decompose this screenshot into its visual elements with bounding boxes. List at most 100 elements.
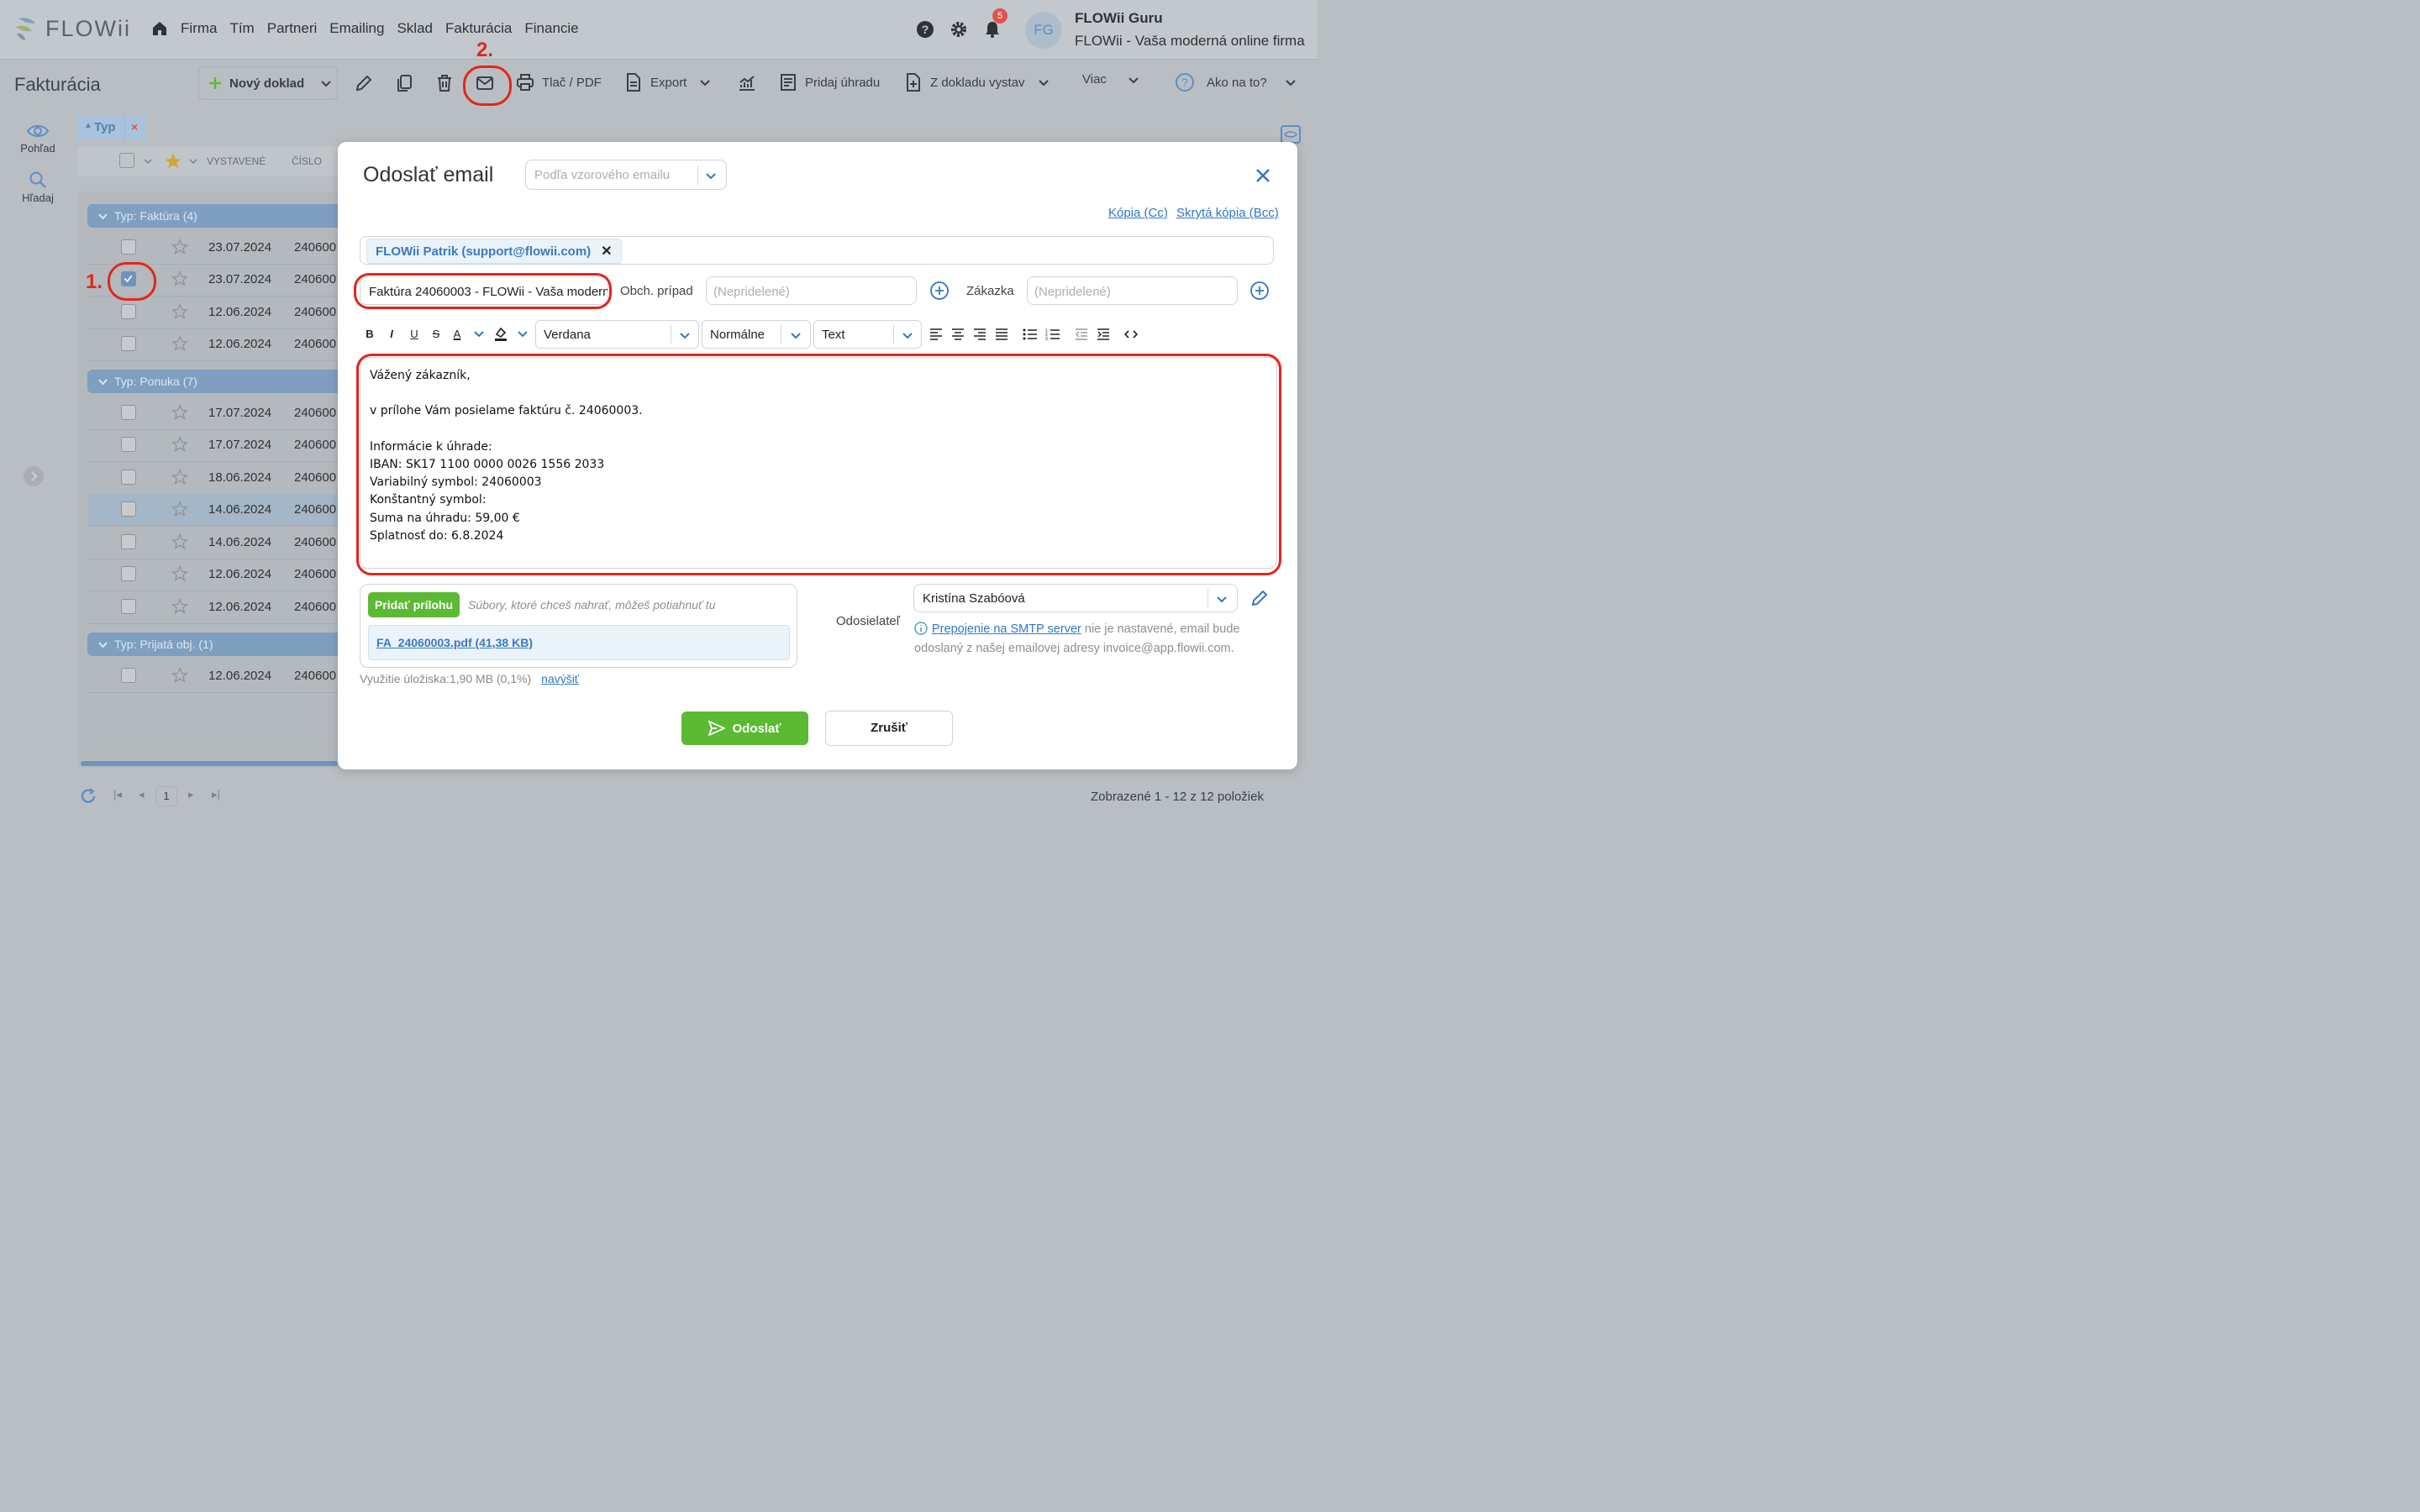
font-size-select[interactable]: Normálne <box>702 320 811 349</box>
star-icon[interactable] <box>171 270 188 287</box>
add-business-case-icon[interactable] <box>929 281 950 301</box>
select-all-checkbox[interactable] <box>119 153 134 168</box>
font-family-select[interactable]: Verdana <box>535 320 699 349</box>
outdent-icon[interactable] <box>1075 328 1088 341</box>
group-header[interactable]: Typ: Prijatá obj. (1) <box>87 633 348 656</box>
flowii-logo[interactable]: FLOWii <box>13 15 131 42</box>
home-icon[interactable] <box>151 20 168 37</box>
star-icon[interactable] <box>171 469 188 486</box>
star-icon[interactable] <box>171 436 188 453</box>
chevron-down-icon[interactable] <box>473 328 485 339</box>
user-name[interactable]: FLOWii Guru <box>1075 10 1163 27</box>
add-order-icon[interactable] <box>1249 281 1270 301</box>
rail-view[interactable]: Pohľad <box>12 123 64 155</box>
column-issued[interactable]: VYSTAVENÉ <box>207 155 266 167</box>
nav-financie[interactable]: Financie <box>524 20 578 37</box>
add-payment-button[interactable]: Pridaj úhradu <box>778 72 880 92</box>
chevron-down-icon[interactable] <box>143 156 153 166</box>
underline-button[interactable]: U <box>407 327 422 342</box>
copy-icon[interactable] <box>394 73 414 93</box>
bcc-link[interactable]: Skrytá kópia (Bcc) <box>1176 206 1279 220</box>
star-filled-icon[interactable] <box>164 152 182 171</box>
align-justify-icon[interactable] <box>995 328 1008 341</box>
font-color-icon[interactable]: A <box>450 327 465 342</box>
group-header[interactable]: Typ: Faktúra (4) <box>87 204 348 228</box>
trash-icon[interactable] <box>434 73 455 93</box>
nav-firma[interactable]: Firma <box>181 20 217 37</box>
row-checkbox[interactable] <box>121 470 136 485</box>
star-icon[interactable] <box>171 533 188 550</box>
strikethrough-button[interactable]: S <box>429 327 444 342</box>
star-icon[interactable] <box>171 565 188 582</box>
order-input[interactable]: (Nepridelené) <box>1027 276 1238 305</box>
new-document-button[interactable]: Nový doklad <box>198 66 338 100</box>
group-header[interactable]: Typ: Ponuka (7) <box>87 370 348 393</box>
first-page-icon[interactable]: |◂ <box>113 788 122 801</box>
row-checkbox[interactable] <box>121 501 136 517</box>
star-icon[interactable] <box>171 239 188 255</box>
row-checkbox[interactable] <box>121 566 136 581</box>
nav-partneri[interactable]: Partneri <box>267 20 318 37</box>
send-button[interactable]: Odoslať <box>681 711 808 745</box>
avatar[interactable]: FG <box>1025 12 1062 49</box>
source-code-icon[interactable] <box>1124 328 1138 341</box>
business-case-input[interactable]: (Nepridelené) <box>706 276 917 305</box>
print-pdf-button[interactable]: Tlač / PDF <box>515 72 602 92</box>
align-left-icon[interactable] <box>929 328 943 341</box>
help-icon[interactable]: ? <box>916 20 934 39</box>
storage-increase-link[interactable]: navýšiť <box>541 672 579 685</box>
nav-fakturacia[interactable]: Fakturácia <box>445 20 512 37</box>
user-company[interactable]: FLOWii - Vaša moderná online firma <box>1075 33 1305 50</box>
nav-emailing[interactable]: Emailing <box>329 20 384 37</box>
chevron-down-icon[interactable] <box>517 328 529 339</box>
add-attachment-button[interactable]: Pridať prílohu <box>368 592 460 617</box>
prev-page-icon[interactable]: ◂ <box>139 788 145 801</box>
nav-tim[interactable]: Tím <box>229 20 254 37</box>
star-icon[interactable] <box>171 598 188 615</box>
smtp-link[interactable]: Prepojenie na SMTP server <box>932 622 1081 636</box>
star-icon[interactable] <box>171 501 188 517</box>
filter-chip-type[interactable]: ▲ Typ × <box>77 115 146 140</box>
more-menu[interactable]: Viac <box>1082 72 1140 87</box>
nav-sklad[interactable]: Sklad <box>397 20 433 37</box>
table-row[interactable]: 17.07.2024 240600 <box>87 429 348 462</box>
table-row[interactable]: 14.06.2024 240600 <box>87 527 348 559</box>
email-template-select[interactable]: Podľa vzorového emailu <box>525 160 727 190</box>
row-checkbox[interactable] <box>121 534 136 549</box>
recipient-chip[interactable]: FLOWii Patrik (support@flowii.com) ✕ <box>366 239 622 264</box>
table-row[interactable]: 18.06.2024 240600 <box>87 462 348 495</box>
bullet-list-icon[interactable] <box>1023 328 1038 341</box>
table-row[interactable]: 12.06.2024 240600 <box>87 297 348 329</box>
row-checkbox[interactable] <box>121 239 136 255</box>
refresh-icon[interactable] <box>79 787 97 806</box>
star-icon[interactable] <box>171 404 188 421</box>
attachment-file-link[interactable]: FA_24060003.pdf (41,38 KB) <box>368 625 790 660</box>
remove-filter-icon[interactable]: × <box>131 120 138 134</box>
star-icon[interactable] <box>171 667 188 684</box>
cancel-button[interactable]: Zrušiť <box>825 711 953 746</box>
next-page-icon[interactable]: ▸ <box>188 788 194 801</box>
edit-sender-icon[interactable] <box>1249 588 1270 608</box>
indent-icon[interactable] <box>1097 328 1110 341</box>
export-button[interactable]: Export <box>623 72 712 92</box>
row-checkbox[interactable] <box>121 304 136 319</box>
sender-select[interactable]: Kristína Szabóová <box>913 584 1238 612</box>
pencil-icon[interactable] <box>354 73 374 93</box>
horizontal-scrollbar[interactable] <box>81 761 338 766</box>
star-icon[interactable] <box>171 335 188 352</box>
align-right-icon[interactable] <box>973 328 986 341</box>
italic-button[interactable]: I <box>384 327 399 342</box>
table-row[interactable]: 14.06.2024 240600 <box>87 494 348 527</box>
close-icon[interactable] <box>1252 165 1274 186</box>
remove-recipient-icon[interactable]: ✕ <box>601 243 612 260</box>
chevron-down-icon[interactable] <box>188 156 198 166</box>
table-row[interactable]: 12.06.2024 240600 <box>87 660 348 693</box>
star-icon[interactable] <box>171 303 188 320</box>
row-checkbox[interactable] <box>121 668 136 683</box>
chart-icon[interactable] <box>737 73 757 93</box>
text-format-select[interactable]: Text <box>813 320 922 349</box>
rail-search[interactable]: Hľadaj <box>12 171 64 204</box>
row-checkbox[interactable] <box>121 599 136 614</box>
row-checkbox[interactable] <box>121 336 136 351</box>
column-number[interactable]: ČÍSLO <box>292 155 322 167</box>
